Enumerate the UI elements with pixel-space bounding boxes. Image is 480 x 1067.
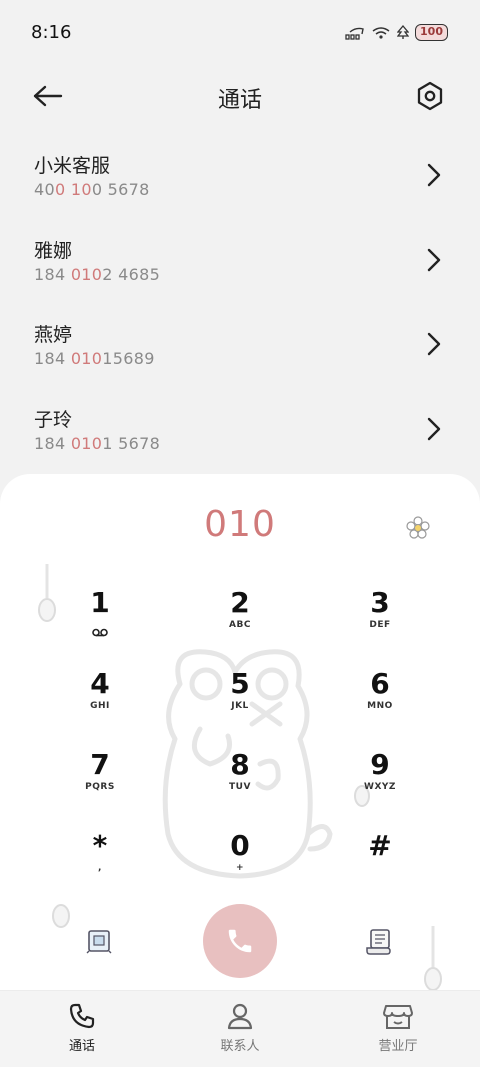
nav-tab-contacts[interactable]: 联系人 (190, 1001, 290, 1054)
signal-icon (345, 26, 365, 40)
phone-handset-icon (228, 929, 252, 953)
arrow-left-icon (33, 85, 63, 107)
key-letters: WXYZ (364, 782, 396, 792)
key-letters: PQRS (85, 782, 115, 792)
scroll-note-button[interactable] (364, 926, 394, 960)
key-digit: 0 (230, 829, 250, 862)
flower-icon (406, 516, 430, 539)
dial-key-7[interactable]: 7 PQRS (30, 748, 170, 829)
key-digit: 3 (370, 586, 390, 619)
dialpad-panel: 010 1 2 ABC 3 DEF 4 GHI 5 JKL 6 MNO 7 PQRS 8 TUV 9 WXYZ *… (0, 474, 480, 994)
number-segment: 40 (34, 180, 55, 199)
contact-result-row[interactable]: 雅娜 184 0102 4685 (0, 219, 480, 304)
phone-icon (69, 1003, 95, 1029)
contact-result-row[interactable]: 小米客服 400 100 5678 (0, 134, 480, 219)
sim-card-button[interactable] (84, 926, 114, 960)
dial-key-3[interactable]: 3 DEF (310, 586, 450, 667)
chevron-right-icon[interactable] (426, 162, 442, 192)
store-icon (383, 1005, 413, 1029)
number-segment: 15689 (102, 349, 155, 368)
hexagon-settings-icon (417, 81, 443, 111)
key-digit: 4 (90, 667, 110, 700)
status-bar: 8:16 100 (0, 0, 480, 68)
nav-tab-calls[interactable]: 通话 (32, 1001, 132, 1054)
battery-indicator: 100 (415, 24, 448, 41)
flower-button[interactable] (406, 516, 430, 544)
contact-number: 184 0101 5678 (34, 434, 160, 453)
back-button[interactable] (28, 76, 68, 116)
key-letters: ABC (229, 620, 251, 630)
contact-number: 400 100 5678 (34, 180, 150, 199)
key-digit: 1 (90, 586, 110, 619)
number-match-highlight: 010 (70, 264, 103, 284)
status-time: 8:16 (31, 22, 72, 43)
tree-icon (397, 25, 410, 40)
number-match-highlight: 10 (70, 180, 92, 199)
nav-label-contacts: 联系人 (220, 1039, 260, 1054)
bottom-navigation: 通话 联系人 营业厅 (0, 990, 480, 1067)
contact-results-list: 小米客服 400 100 5678 雅娜 184 0102 4685 燕婷 184 010… (0, 134, 480, 472)
key-digit: 6 (370, 667, 390, 700)
status-icons: 100 (345, 24, 448, 41)
number-segment: 184 (34, 349, 71, 368)
number-segment: 184 (34, 264, 71, 284)
sim-card-icon (86, 930, 112, 954)
contact-result-row[interactable]: 燕婷 184 01015689 (0, 303, 480, 388)
chevron-right-icon[interactable] (426, 331, 442, 361)
chevron-right-icon[interactable] (426, 416, 442, 446)
key-letters: TUV (229, 782, 251, 792)
dial-key-star[interactable]: *, (30, 829, 170, 910)
dial-key-8[interactable]: 8 TUV (170, 748, 310, 829)
key-digit: # (368, 829, 392, 862)
wifi-icon (371, 26, 391, 40)
person-icon (227, 1003, 253, 1030)
key-digit: 2 (230, 586, 250, 619)
number-segment: 2 4685 (102, 264, 161, 284)
contact-name: 雅娜 (34, 239, 73, 262)
contact-name: 燕婷 (34, 324, 73, 346)
key-digit: * (92, 829, 108, 862)
key-digit: 9 (370, 748, 390, 781)
chevron-right-icon[interactable] (426, 247, 442, 277)
dial-key-9[interactable]: 9 WXYZ (310, 748, 450, 829)
key-digit: 8 (230, 748, 250, 781)
nav-label-calls: 通话 (68, 1039, 95, 1054)
contact-result-row[interactable]: 子玲 184 0101 5678 (0, 388, 480, 473)
dial-key-2[interactable]: 2 ABC (170, 586, 310, 667)
key-letters: DEF (369, 620, 391, 630)
contact-number: 184 0102 4685 (34, 265, 160, 284)
dial-key-1[interactable]: 1 (30, 586, 170, 667)
number-segment: 0 5678 (91, 180, 150, 199)
dialpad-actions (0, 904, 480, 984)
nav-label-store: 营业厅 (378, 1039, 418, 1054)
key-digit: 5 (230, 667, 250, 700)
dial-key-0[interactable]: 0 + (170, 829, 310, 910)
page-title: 通话 (217, 88, 262, 113)
settings-button[interactable] (410, 76, 450, 116)
scroll-note-icon (366, 929, 391, 955)
header: 通话 (0, 68, 480, 124)
key-digit: 7 (90, 748, 110, 781)
voicemail-icon (92, 622, 108, 641)
call-button[interactable] (203, 904, 277, 978)
dial-key-6[interactable]: 6 MNO (310, 667, 450, 748)
key-letters: GHI (90, 701, 110, 711)
number-match-highlight: 0 (54, 180, 66, 199)
number-match-highlight: 010 (70, 349, 103, 368)
key-letters: JKL (231, 701, 249, 711)
contact-name: 小米客服 (34, 155, 111, 177)
dial-key-hash[interactable]: # (310, 829, 450, 910)
dial-key-4[interactable]: 4 GHI (30, 667, 170, 748)
number-match-highlight: 010 (70, 433, 103, 453)
contact-number: 184 01015689 (34, 349, 155, 368)
dialpad-keys: 1 2 ABC 3 DEF 4 GHI 5 JKL 6 MNO 7 PQRS 8 TUV 9 WXYZ *, 0 + # (30, 586, 450, 910)
number-segment: 184 (34, 433, 71, 453)
number-segment: 1 5678 (102, 433, 161, 453)
key-letters: MNO (367, 701, 393, 711)
nav-tab-store[interactable]: 营业厅 (348, 1001, 448, 1054)
contact-name: 子玲 (34, 408, 73, 431)
key-letters: + (235, 863, 245, 873)
dial-key-5[interactable]: 5 JKL (170, 667, 310, 748)
key-letters: , (98, 863, 102, 873)
